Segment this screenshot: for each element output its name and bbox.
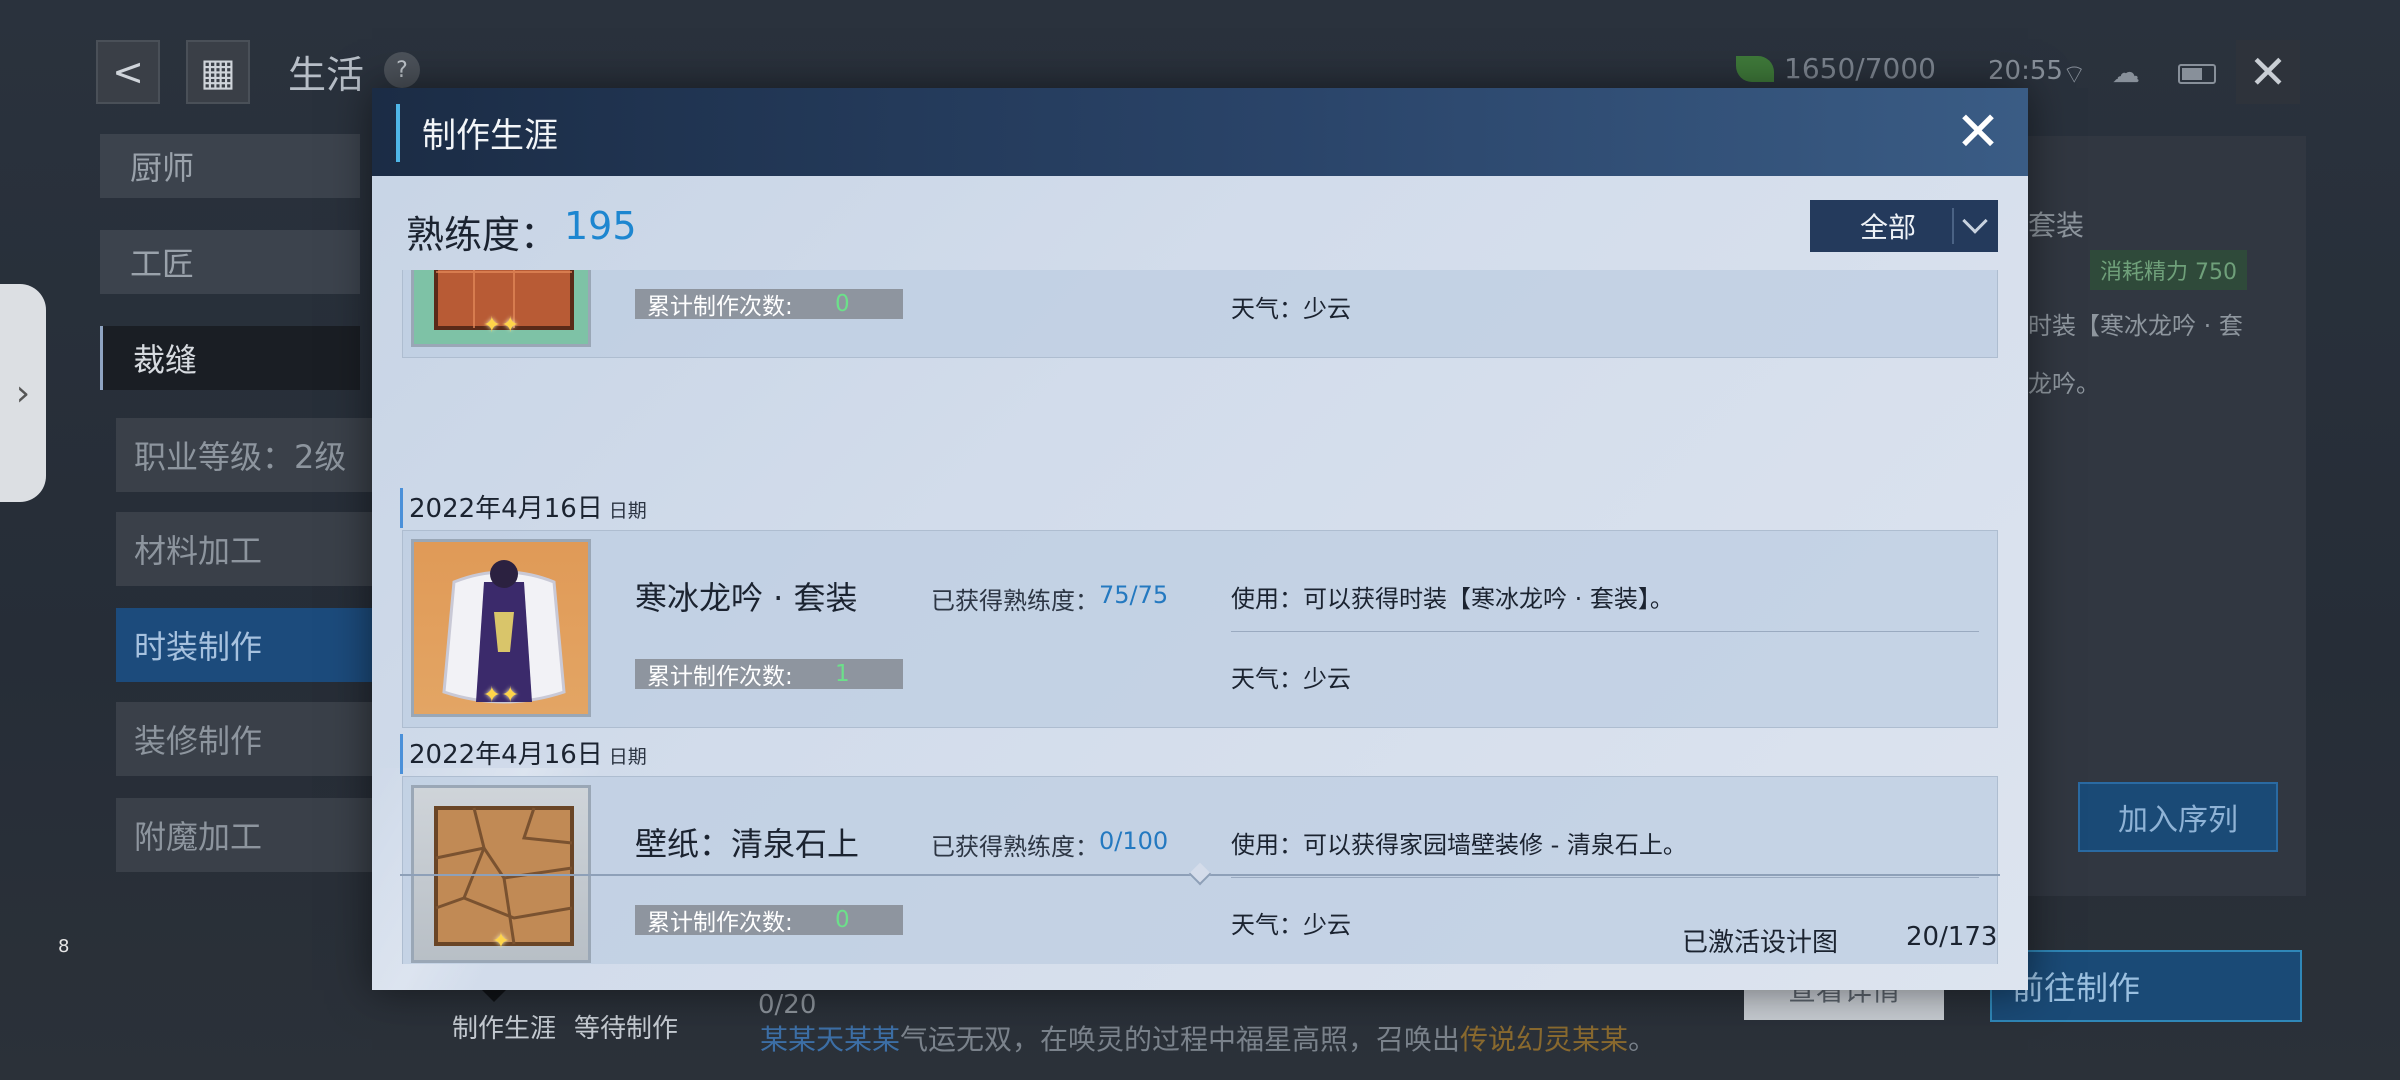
craft-count-bar: 累计制作次数: 0 — [635, 289, 903, 320]
rarity-stars: ✦✦ — [482, 683, 520, 708]
sub-enchant-processing[interactable]: 附魔加工 — [116, 798, 380, 872]
ticker-text: 气运无双，在唤灵的过程中福星高照，召唤出 — [900, 1023, 1461, 1056]
menu-button[interactable]: ▦ — [186, 40, 250, 104]
proficiency-value: 195 — [564, 204, 637, 248]
date-header: 2022年4月16日 日期 — [400, 488, 647, 528]
side-drawer-handle[interactable]: › — [0, 284, 46, 502]
right-panel-title: 套装 — [2028, 209, 2085, 242]
tab-chef-label: 厨师 — [130, 149, 195, 187]
filter-value: 全部 — [1860, 211, 1917, 244]
craft-count-bar: 累计制作次数: 0 — [635, 905, 903, 936]
craft-count-label: 累计制作次数: — [647, 664, 793, 690]
add-to-queue-button[interactable]: 加入序列 — [2078, 782, 2278, 852]
career-list[interactable]: ✦✦ 累计制作次数: 0 天气：少云 2022年4月16日 日期 ✦✦ 寒冰龙吟… — [372, 270, 2028, 964]
modal-title: 制作生涯 — [422, 116, 558, 156]
help-icon[interactable]: ? — [384, 52, 420, 88]
sub-material-processing[interactable]: 材料加工 — [116, 512, 380, 586]
back-button[interactable]: < — [96, 40, 160, 104]
activated-designs-label: 已激活设计图 — [1682, 928, 1839, 958]
chevron-down-icon — [1962, 208, 1988, 234]
weather-text: 天气：少云 — [1231, 295, 1351, 323]
item-thumbnail: ✦✦ — [411, 270, 591, 347]
right-panel-desc-2: 龙吟。 — [2028, 370, 2100, 398]
weather-text: 天气：少云 — [1231, 911, 1351, 939]
sub-decoration-making[interactable]: 装修制作 — [116, 702, 380, 776]
craft-count-label: 累计制作次数: — [647, 910, 793, 936]
close-icon: ✕ — [1955, 100, 2001, 163]
row-divider — [1231, 631, 1979, 632]
battery-icon — [2178, 64, 2216, 84]
queue-count: 0/20 — [758, 990, 817, 1020]
tab-tailor-label: 裁缝 — [133, 341, 198, 379]
rarity-stars: ✦ — [491, 929, 511, 954]
modal-close-button[interactable]: ✕ — [1952, 100, 2004, 163]
date-text: 2022年4月16日 — [409, 740, 603, 770]
sub-fashion-label: 时装制作 — [134, 628, 263, 666]
sub-fashion-making[interactable]: 时装制作 — [116, 608, 380, 682]
list-item[interactable]: ✦✦ 累计制作次数: 0 天气：少云 — [402, 270, 1998, 358]
weather-icon: ☁ — [2112, 56, 2140, 89]
grid-menu-icon: ▦ — [200, 50, 236, 94]
row-divider — [1231, 877, 1979, 878]
ticker-player: 某某天某某 — [760, 1023, 901, 1056]
date-suffix: 日期 — [608, 746, 647, 768]
wifi-icon: ⌔ — [2062, 60, 2087, 90]
back-icon: < — [112, 50, 144, 94]
use-text: 使用：可以获得家园墙壁装修 - 清泉石上。 — [1231, 831, 1687, 859]
main-close-button[interactable]: ✕ — [2236, 40, 2300, 104]
proficiency-label: 熟练度： — [406, 213, 559, 257]
list-item[interactable]: ✦✦ 寒冰龙吟 · 套装 已获得熟练度： 75/75 使用：可以获得时装【寒冰龙… — [402, 530, 1998, 728]
date-header: 2022年4月16日 日期 — [400, 734, 647, 774]
tab-waiting-craft[interactable]: 等待制作 — [574, 1008, 678, 1045]
craft-count-value: 1 — [835, 661, 850, 687]
ticker-spirit: 某某 — [1572, 1023, 1629, 1056]
right-panel-desc-1: 时装【寒冰龙吟 · 套 — [2028, 312, 2243, 340]
craft-count-bar: 累计制作次数: 1 — [635, 659, 903, 690]
page-number: 8 — [58, 936, 70, 957]
chevron-right-icon: › — [15, 372, 31, 414]
activated-designs-value: 20/173 — [1906, 922, 1998, 952]
ticker-end: 。 — [1628, 1023, 1657, 1056]
item-thumbnail: ✦✦ — [411, 539, 591, 717]
filter-dropdown[interactable]: 全部 — [1810, 200, 1998, 252]
tab-tailor[interactable]: 裁缝 — [100, 326, 360, 390]
tab-craft-career[interactable]: 制作生涯 — [452, 990, 556, 1045]
craft-count-value: 0 — [835, 907, 850, 933]
craft-count-value: 0 — [835, 291, 850, 317]
tab-craftsman-label: 工匠 — [130, 245, 195, 283]
career-level-label: 职业等级：2级 — [134, 438, 347, 476]
career-level: 职业等级：2级 — [116, 418, 380, 492]
dropdown-divider — [1952, 208, 1954, 244]
page-title: 生活 — [288, 53, 365, 97]
date-text: 2022年4月16日 — [409, 494, 603, 524]
weather-text: 天气：少云 — [1231, 665, 1351, 693]
modal-header: 制作生涯 ✕ — [372, 88, 2028, 176]
sub-decoration-label: 装修制作 — [134, 722, 263, 760]
clock: 20:55 — [1988, 56, 2063, 86]
craft-career-modal: 制作生涯 ✕ 熟练度： 195 全部 ✦✦ 累计制作次数: 0 天气：少云 20… — [372, 88, 2028, 990]
close-icon: ✕ — [2248, 45, 2288, 99]
gained-value: 75/75 — [1099, 581, 1169, 609]
go-make-button[interactable]: 前往制作 — [1990, 950, 2302, 1022]
rarity-stars: ✦✦ — [482, 313, 520, 338]
header-accent — [396, 104, 400, 162]
ticker-rarity: 传说幻灵 — [1460, 1023, 1573, 1056]
gained-label: 已获得熟练度： — [931, 833, 1099, 861]
gained-label: 已获得熟练度： — [931, 587, 1099, 615]
item-name: 壁纸：清泉石上 — [635, 825, 860, 863]
date-suffix: 日期 — [608, 500, 647, 522]
tab-craftsman[interactable]: 工匠 — [100, 230, 360, 294]
sub-material-label: 材料加工 — [134, 532, 263, 570]
craft-count-label: 累计制作次数: — [647, 294, 793, 320]
announcement-ticker: 某某天某某气运无双，在唤灵的过程中福星高照，召唤出传说幻灵某某。 — [760, 1018, 1656, 1058]
energy-cost-badge: 消耗精力 750 — [2090, 250, 2247, 290]
item-name: 寒冰龙吟 · 套装 — [635, 579, 858, 617]
tab-chef[interactable]: 厨师 — [100, 134, 360, 198]
energy-counter: 1650/7000 — [1784, 52, 1936, 85]
energy-leaf-icon — [1736, 56, 1774, 82]
use-text: 使用：可以获得时装【寒冰龙吟 · 套装】。 — [1231, 585, 1674, 613]
gained-value: 0/100 — [1099, 827, 1169, 855]
sub-enchant-label: 附魔加工 — [134, 818, 263, 856]
